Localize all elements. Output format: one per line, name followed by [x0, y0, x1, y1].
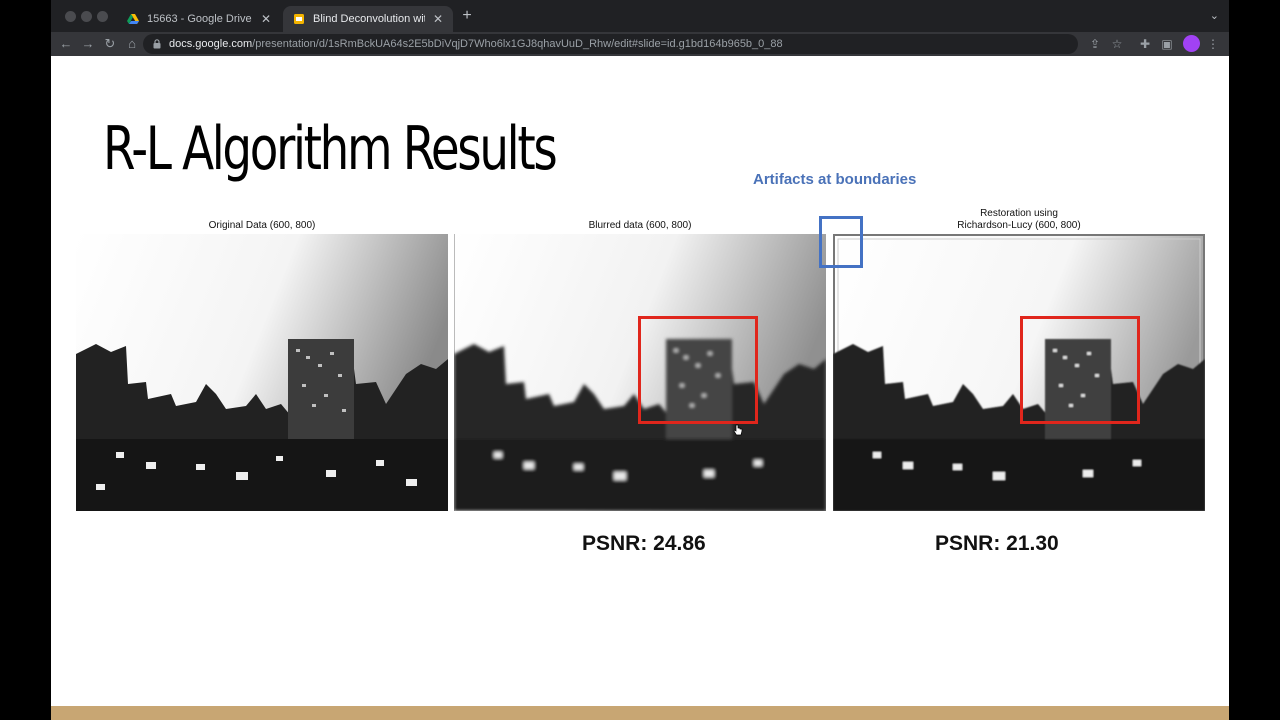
lock-icon [153, 39, 161, 49]
google-slides-icon [294, 14, 304, 24]
chevron-down-icon[interactable]: ⌄ [1210, 9, 1219, 22]
home-icon[interactable]: ⌂ [123, 35, 141, 53]
browser-window: 15663 - Google Drive ✕ Blind Deconvoluti… [51, 0, 1229, 720]
original-image [76, 234, 448, 511]
psnr-restored: PSNR: 21.30 [935, 532, 1059, 555]
window-minimize-dot[interactable] [81, 11, 92, 22]
bookmark-star-icon[interactable]: ☆ [1109, 36, 1125, 52]
restored-image [833, 234, 1205, 511]
slide-canvas: R-L Algorithm Results Artifacts at bound… [51, 56, 1229, 720]
reload-icon[interactable]: ↻ [101, 35, 119, 53]
panel-title-line: Richardson-Lucy (600, 800) [957, 220, 1081, 231]
profile-avatar[interactable] [1183, 35, 1200, 52]
tab-google-drive[interactable]: 15663 - Google Drive ✕ [117, 6, 281, 32]
panel-title-line: Blurred data (600, 800) [588, 220, 692, 231]
panel-title-restoration: Restoration using Richardson-Lucy (600, … [833, 208, 1205, 232]
blurred-image [454, 234, 826, 511]
new-tab-button[interactable]: + [459, 8, 475, 24]
tab-strip: 15663 - Google Drive ✕ Blind Deconvoluti… [51, 0, 1229, 32]
close-icon[interactable]: ✕ [433, 12, 443, 26]
back-arrow-icon[interactable]: ← [57, 35, 75, 53]
artifacts-annotation: Artifacts at boundaries [753, 171, 917, 188]
highlight-box-blue [819, 216, 863, 268]
slide-title: R-L Algorithm Results [103, 114, 558, 184]
url-domain: docs.google.com [169, 38, 253, 50]
screen: 15663 - Google Drive ✕ Blind Deconvoluti… [0, 0, 1280, 720]
side-panel-icon[interactable]: ▣ [1159, 36, 1175, 52]
hand-cursor-icon [733, 424, 743, 436]
tab-label: Blind Deconvolution with Richa [313, 13, 425, 25]
extensions-puzzle-icon[interactable]: ✚ [1137, 36, 1153, 52]
share-icon[interactable]: ⇪ [1087, 36, 1103, 52]
window-close-dot[interactable] [65, 11, 76, 22]
close-icon[interactable]: ✕ [261, 12, 271, 26]
panel-title-blurred: Blurred data (600, 800) [454, 220, 826, 232]
tab-slides[interactable]: Blind Deconvolution with Richa ✕ [283, 6, 453, 32]
panel-title-line: Restoration using [980, 208, 1058, 219]
forward-arrow-icon[interactable]: → [79, 35, 97, 53]
browser-toolbar: ← → ↻ ⌂ docs.google.com/presentation/d/1… [51, 32, 1229, 56]
highlight-box-red [1020, 316, 1140, 424]
google-drive-icon [127, 14, 139, 24]
highlight-box-red [638, 316, 758, 424]
address-bar[interactable]: docs.google.com/presentation/d/1sRmBckUA… [143, 34, 1078, 54]
tab-label: 15663 - Google Drive [147, 13, 252, 25]
more-menu-icon[interactable]: ⋮ [1205, 36, 1221, 52]
panel-title-line: Original Data (600, 800) [208, 220, 316, 231]
slide-bottom-bar [51, 706, 1229, 720]
url-path: /presentation/d/1sRmBckUA64s2E5bDiVqjD7W… [252, 38, 783, 50]
window-zoom-dot[interactable] [97, 11, 108, 22]
psnr-blurred: PSNR: 24.86 [582, 532, 706, 555]
panel-title-original: Original Data (600, 800) [76, 220, 448, 232]
